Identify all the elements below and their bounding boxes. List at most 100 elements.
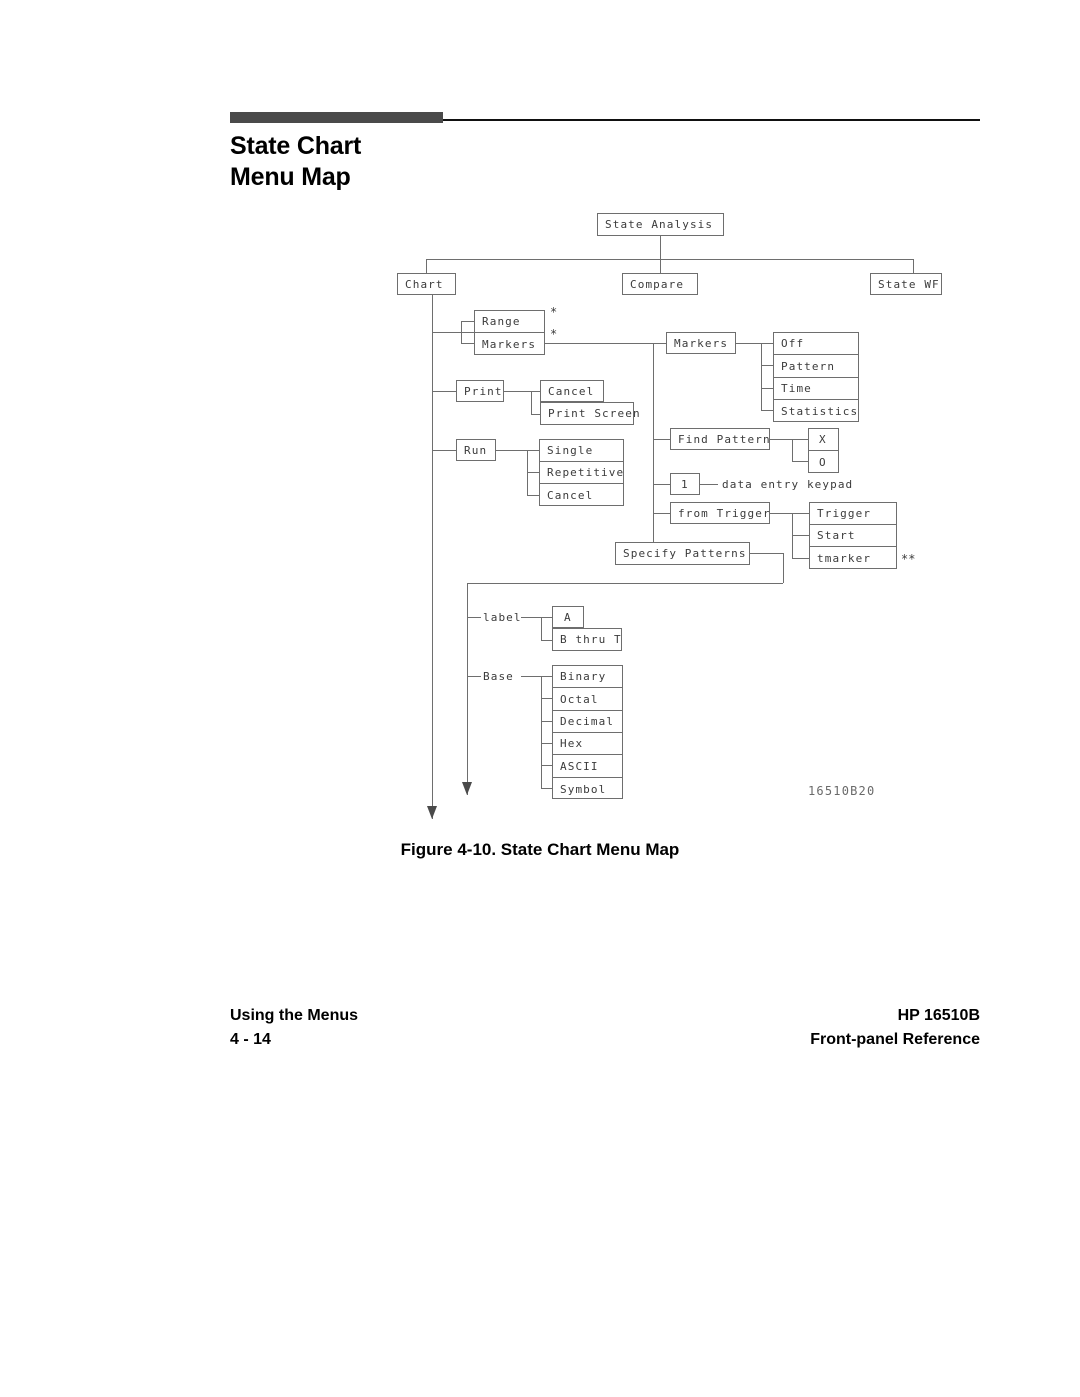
node-start[interactable]: Start [810,525,896,547]
connector-bus-to-occurrence [653,484,670,485]
connector-run-repetitive-stub [527,472,539,473]
arrow-chart-spine-end [427,806,437,819]
node-markers-off[interactable]: Off [774,333,858,355]
footnote-marker-range: * [550,305,558,319]
node-markers-statistics[interactable]: Statistics [774,400,858,423]
connector-label-bt-stub [541,640,552,641]
node-base-symbol[interactable]: Symbol [553,778,622,800]
drawing-id: 16510B20 [808,784,876,798]
connector-chart-to-rangemarkers [432,332,474,333]
connector-statewf-drop [913,259,914,273]
connector-run-out [496,450,527,451]
node-from-trigger[interactable]: from Trigger [670,502,770,524]
group-markers-options: Off Pattern Time Statistics [773,332,859,422]
node-markers-time[interactable]: Time [774,378,858,400]
node-specify-patterns[interactable]: Specify Patterns [615,542,750,565]
connector-markers-stub [461,343,474,344]
node-compare[interactable]: Compare [622,273,698,295]
group-find-pattern-options: X O [808,428,839,473]
connector-specify-out [750,553,783,554]
page-footer: Using the Menus 4 - 14 HP 16510B Front-p… [230,1004,980,1056]
node-find-x[interactable]: X [809,429,838,451]
group-range-markers: Range Markers [474,310,545,355]
connector-base-decimal-stub [541,721,552,722]
node-chart[interactable]: Chart [397,273,456,295]
group-run-options: Single Repetitive Cancel [539,439,624,506]
node-base-decimal[interactable]: Decimal [553,711,622,733]
connector-print-screen-stub [531,414,540,415]
connector-find-o-stub [792,461,808,462]
node-print[interactable]: Print [456,380,504,402]
connector-root-down [660,236,661,259]
connector-markers-to-bus [545,343,653,344]
node-occurrence[interactable]: 1 [670,473,700,495]
node-print-cancel[interactable]: Cancel [540,380,604,402]
footer-left: Using the Menus 4 - 14 [230,1004,358,1052]
connector-spine-to-label [467,617,481,618]
node-markers-pattern[interactable]: Pattern [774,355,858,378]
connector-print-cancel-stub [531,391,540,392]
footer-page-number: 4 - 14 [230,1031,271,1048]
connector-markers-time-stub [761,388,773,389]
arrow-label-base-spine-end [462,782,472,795]
node-label-a[interactable]: A [552,606,584,628]
node-base-binary[interactable]: Binary [553,666,622,688]
connector-chart-spine [432,295,433,819]
footer-section-name: Using the Menus [230,1007,359,1024]
connector-run-single-stub [527,450,539,451]
connector-fromtrigger-out [770,513,792,514]
connector-chart-drop [426,259,427,273]
connector-find-x-stub [792,439,808,440]
state-chart-menu-map-diagram: State Analysis Chart Compare State WF Ra… [0,0,1080,900]
node-label-b-thru-t[interactable]: B thru T [552,628,622,651]
node-base-hex[interactable]: Hex [553,733,622,755]
node-label: label [483,611,522,624]
node-state-wf[interactable]: State WF [870,273,942,295]
connector-findpattern-bracket [792,439,793,461]
connector-markers-options-bracket [761,343,762,410]
footer-manual-name: Front-panel Reference [810,1031,980,1048]
node-data-entry-keypad: data entry keypad [722,478,854,491]
connector-bus-to-markers [653,343,666,344]
connector-base-bracket [541,676,542,788]
figure-caption: Figure 4-10. State Chart Menu Map [400,840,680,859]
node-base-octal[interactable]: Octal [553,688,622,711]
connector-base-binary-stub [541,676,552,677]
connector-base-out [521,676,541,677]
connector-label-base-spine [467,583,468,795]
node-range[interactable]: Range [475,311,544,333]
footer-right: HP 16510B Front-panel Reference [810,1004,980,1052]
connector-occurrence-to-keypad [700,484,718,485]
connector-print-bracket [531,391,532,414]
connector-bus-to-findpattern [653,439,670,440]
node-state-analysis[interactable]: State Analysis [597,213,724,236]
connector-base-ascii-stub [541,765,552,766]
node-run-repetitive[interactable]: Repetitive [540,462,623,484]
footer-product-name: HP 16510B [897,1007,980,1024]
node-run-cancel[interactable]: Cancel [540,484,623,507]
node-run[interactable]: Run [456,439,496,461]
connector-label-bracket [541,617,542,640]
node-trigger[interactable]: Trigger [810,503,896,525]
connector-base-hex-stub [541,743,552,744]
node-find-o[interactable]: O [809,451,838,473]
node-base-ascii[interactable]: ASCII [553,755,622,778]
node-print-screen[interactable]: Print Screen [540,402,640,425]
connector-chart-to-print [432,391,456,392]
connector-base-symbol-stub [541,788,552,789]
connector-markers-right-out [736,343,761,344]
node-tmarker[interactable]: tmarker [810,547,896,570]
node-markers-right[interactable]: Markers [666,332,736,354]
connector-findpattern-out [770,439,792,440]
node-run-single[interactable]: Single [540,440,623,462]
node-markers-left[interactable]: Markers [475,333,544,355]
connector-markers-pattern-stub [761,365,773,366]
connector-label-a-stub [541,617,552,618]
connector-tmarker-stub [792,558,809,559]
connector-markers-statistics-stub [761,410,773,411]
group-base-options: Binary Octal Decimal Hex ASCII Symbol [552,665,623,799]
connector-specify-back-left [467,583,783,584]
connector-compare-drop [660,259,661,273]
node-find-pattern[interactable]: Find Pattern [670,428,770,450]
connector-run-cancel-stub [527,495,539,496]
